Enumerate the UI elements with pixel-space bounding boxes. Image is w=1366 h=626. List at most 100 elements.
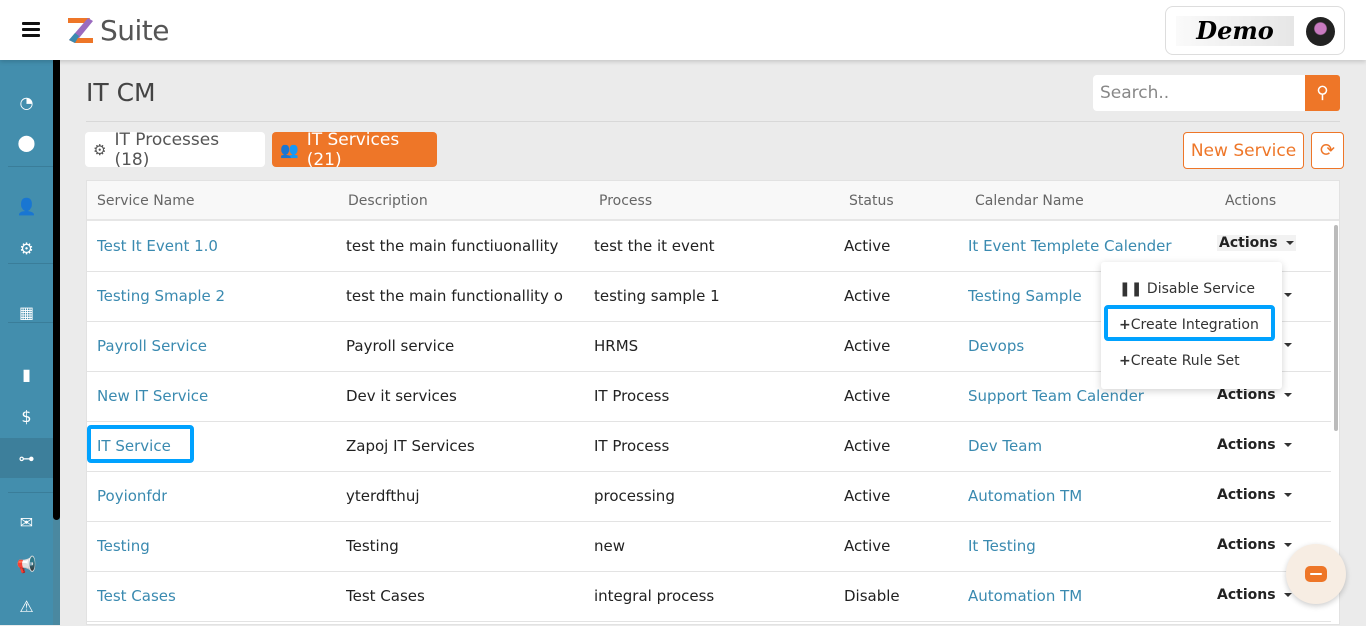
service-name-link[interactable]: Payroll Service bbox=[97, 337, 207, 355]
col-actions: Actions bbox=[1225, 193, 1277, 209]
pause-icon: ❚❚ bbox=[1119, 281, 1143, 297]
table-scrollbar[interactable] bbox=[1334, 225, 1338, 431]
service-name-link[interactable]: Test It Event 1.0 bbox=[97, 237, 218, 255]
plus-icon: + bbox=[1119, 317, 1131, 333]
sidebar-scrollbar-thumb[interactable] bbox=[53, 60, 60, 520]
envelope-icon[interactable]: ✉ bbox=[0, 502, 53, 542]
table-header: Service Name Description Process Status … bbox=[87, 181, 1339, 221]
process: HRMS bbox=[594, 337, 639, 355]
status: Active bbox=[844, 287, 891, 305]
col-service-name[interactable]: Service Name bbox=[97, 193, 195, 209]
address-book-icon[interactable]: ▮ bbox=[0, 354, 53, 394]
process: processing bbox=[594, 487, 675, 505]
description: yterdfthuj bbox=[346, 487, 420, 505]
process: IT Process bbox=[594, 387, 670, 405]
brand-name: Suite bbox=[100, 14, 170, 47]
description: test the main functionallity o bbox=[346, 287, 563, 305]
status: Active bbox=[844, 537, 891, 555]
item-label: Create Rule Set bbox=[1130, 353, 1240, 369]
calendar-link[interactable]: Automation TM bbox=[968, 587, 1082, 605]
table-row: Test Cases Test Cases integral process Disa… bbox=[87, 572, 1331, 622]
warning-icon[interactable]: ⚠ bbox=[0, 586, 53, 626]
tab-it-processes[interactable]: ⚙ IT Processes (18) bbox=[85, 129, 265, 170]
tab-it-services[interactable]: 👥 IT Services (21) bbox=[272, 130, 437, 170]
create-rule-set-item[interactable]: +Create Rule Set bbox=[1119, 353, 1240, 369]
search-input[interactable] bbox=[1093, 75, 1305, 111]
service-name-link[interactable]: Test Cases bbox=[97, 587, 176, 605]
process: new bbox=[594, 537, 626, 555]
logo[interactable]: Suite bbox=[66, 14, 170, 47]
calendar-link[interactable]: Automation TM bbox=[968, 487, 1082, 505]
hamburger-menu-icon[interactable] bbox=[22, 22, 40, 37]
profile-menu[interactable]: Demo bbox=[1165, 6, 1345, 55]
search-button[interactable]: ⚲ bbox=[1305, 75, 1340, 111]
description: Dev it services bbox=[346, 387, 457, 405]
z-logo-icon bbox=[68, 17, 93, 43]
calendar-link[interactable]: It Testing bbox=[968, 537, 1036, 555]
users-cog-icon: 👥 bbox=[280, 140, 299, 159]
disable-service-item[interactable]: ❚❚ Disable Service bbox=[1119, 281, 1255, 297]
user-tag-icon[interactable]: 👤 bbox=[0, 186, 53, 226]
refresh-button[interactable]: ⟳ bbox=[1311, 132, 1344, 169]
calendar-link[interactable]: Support Team Calender bbox=[968, 387, 1144, 405]
table-row: Testing Testing new Active It Testing Actions bbox=[87, 522, 1331, 572]
col-status[interactable]: Status bbox=[849, 193, 894, 209]
dashboard-icon[interactable]: ◔ bbox=[0, 82, 53, 122]
actions-button[interactable]: Actions bbox=[1217, 235, 1296, 251]
map-pin-icon[interactable]: ⬤ bbox=[0, 122, 53, 162]
divider bbox=[86, 121, 1340, 122]
status: Active bbox=[844, 437, 891, 455]
highlight-it-service bbox=[87, 425, 194, 463]
item-label: Create Integration bbox=[1130, 317, 1259, 333]
table-row: Poyionfdr yterdfthuj processing Active Autom… bbox=[87, 472, 1331, 522]
create-integration-item[interactable]: +Create Integration bbox=[1119, 317, 1259, 333]
calendar-link[interactable]: Dev Team bbox=[968, 437, 1042, 455]
search-icon: ⚲ bbox=[1316, 83, 1329, 103]
col-process[interactable]: Process bbox=[599, 193, 652, 209]
sitemap-icon[interactable]: ⊶ bbox=[0, 438, 53, 478]
actions-button[interactable]: Actions bbox=[1217, 387, 1292, 403]
actions-dropdown: ❚❚ Disable Service +Create Integration +… bbox=[1101, 262, 1282, 389]
plus-icon: + bbox=[1119, 353, 1131, 369]
tab-label: IT Processes (18) bbox=[114, 129, 220, 170]
hand-dollar-icon[interactable]: $ bbox=[0, 396, 53, 436]
chat-button[interactable] bbox=[1286, 544, 1346, 604]
calendar-link[interactable]: Testing Sample bbox=[968, 287, 1082, 305]
description: Testing bbox=[346, 537, 399, 555]
service-name-link[interactable]: Testing bbox=[97, 537, 150, 555]
actions-button[interactable]: Actions bbox=[1217, 487, 1292, 503]
status: Active bbox=[844, 237, 891, 255]
col-calendar-name[interactable]: Calendar Name bbox=[975, 193, 1084, 209]
actions-button[interactable]: Actions bbox=[1217, 587, 1292, 603]
description: Payroll service bbox=[346, 337, 455, 355]
chat-icon bbox=[1305, 566, 1327, 582]
description: Zapoj IT Services bbox=[346, 437, 475, 455]
new-service-button[interactable]: New Service bbox=[1183, 132, 1304, 169]
service-name-link[interactable]: New IT Service bbox=[97, 387, 208, 405]
megaphone-icon[interactable]: 📢 bbox=[0, 544, 53, 584]
actions-button[interactable]: Actions bbox=[1217, 437, 1292, 453]
process: testing sample 1 bbox=[594, 287, 720, 305]
top-bar: Suite Demo bbox=[0, 0, 1366, 60]
service-name-link[interactable]: Testing Smaple 2 bbox=[97, 287, 225, 305]
refresh-icon: ⟳ bbox=[1319, 140, 1336, 161]
status: Disable bbox=[844, 587, 900, 605]
calendar-icon[interactable]: ▦ bbox=[0, 292, 53, 332]
users-cog-icon[interactable]: ⚙ bbox=[0, 228, 53, 268]
col-description[interactable]: Description bbox=[348, 193, 428, 209]
process: IT Process bbox=[594, 437, 670, 455]
service-name-link[interactable]: Poyionfdr bbox=[97, 487, 167, 505]
process: integral process bbox=[594, 587, 715, 605]
item-label: Disable Service bbox=[1146, 281, 1256, 297]
status: Active bbox=[844, 387, 891, 405]
process: test the it event bbox=[594, 237, 715, 255]
page-title: IT CM bbox=[86, 78, 156, 107]
calendar-link[interactable]: Devops bbox=[968, 337, 1024, 355]
avatar bbox=[1306, 17, 1335, 46]
status: Active bbox=[844, 337, 891, 355]
calendar-link[interactable]: It Event Templete Calender bbox=[968, 237, 1172, 255]
profile-name: Demo bbox=[1176, 16, 1294, 46]
gears-icon: ⚙ bbox=[93, 140, 107, 159]
description: Test Cases bbox=[346, 587, 425, 605]
actions-button[interactable]: Actions bbox=[1217, 537, 1292, 553]
